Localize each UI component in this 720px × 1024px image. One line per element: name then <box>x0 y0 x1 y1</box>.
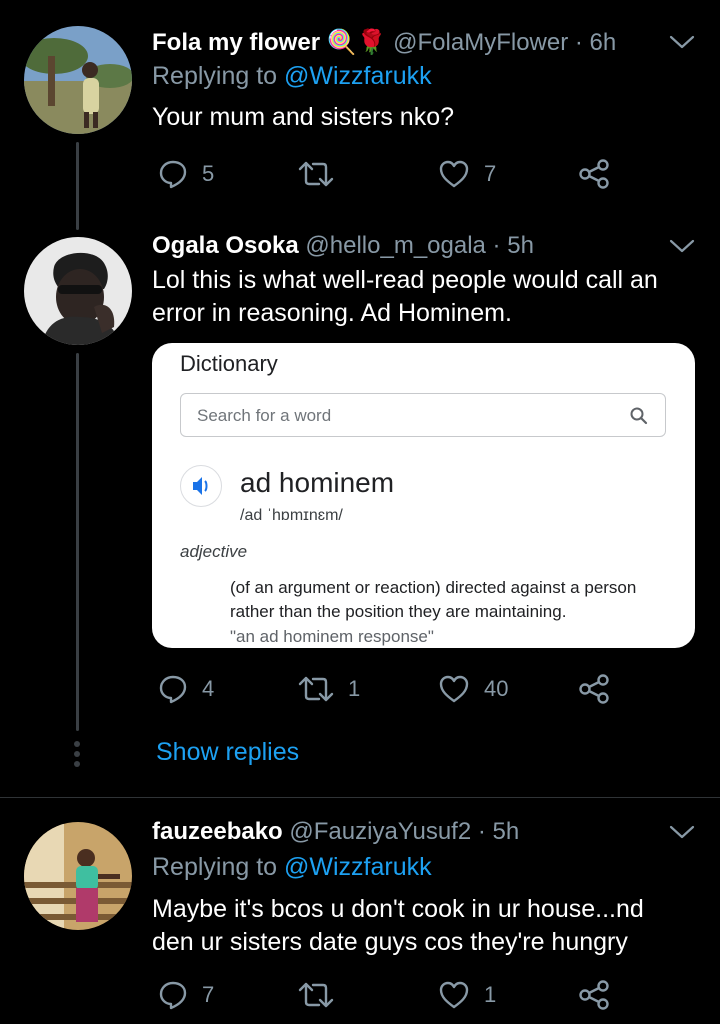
share-icon <box>579 159 609 189</box>
tweet-text: Your mum and sisters nko? <box>152 103 455 131</box>
retweet-icon <box>298 161 334 187</box>
speaker-icon <box>180 465 222 507</box>
heart-icon <box>439 675 469 703</box>
retweet-icon <box>298 676 334 702</box>
reply-icon <box>159 675 187 704</box>
dictionary-example: "an ad hominem response" <box>230 627 434 646</box>
search-placeholder: Search for a word <box>197 406 332 425</box>
display-name[interactable]: Fola my flower <box>152 29 320 56</box>
like-button[interactable]: 40 <box>438 671 508 707</box>
thread-line <box>76 353 79 731</box>
more-replies-dots[interactable] <box>73 741 81 771</box>
tweet-header: fauzeebako @FauziyaYusuf2 · 5h <box>152 818 519 846</box>
share-icon <box>579 980 609 1010</box>
share-button[interactable] <box>578 156 610 192</box>
reply-button[interactable]: 5 <box>158 156 214 192</box>
share-button[interactable] <box>578 977 610 1013</box>
like-count: 7 <box>484 161 497 186</box>
like-button[interactable]: 1 <box>438 977 496 1013</box>
heart-icon <box>439 981 469 1009</box>
replying-to: Replying to @Wizzfarukk <box>152 62 432 90</box>
dictionary-phonetic: /ad ˈhɒmɪnɛm/ <box>240 507 343 524</box>
dictionary-search-box: Search for a word <box>180 393 666 437</box>
search-icon <box>630 407 648 425</box>
chevron-down-icon[interactable] <box>668 238 696 254</box>
attached-image-dictionary[interactable]: Dictionary Search for a word ad hominem … <box>152 343 695 648</box>
tweet-header: Ogala Osoka @hello_m_ogala · 5h <box>152 232 534 260</box>
thread-line <box>76 142 79 230</box>
tweet-text: Lol this is what well-read people would … <box>152 266 658 327</box>
retweet-icon <box>298 982 334 1008</box>
avatar[interactable] <box>24 822 132 930</box>
mention-link[interactable]: @Wizzfarukk <box>284 853 432 881</box>
share-icon <box>579 674 609 704</box>
reply-count: 5 <box>202 161 215 186</box>
reply-button[interactable]: 4 <box>158 671 214 707</box>
handle-time[interactable]: @FauziyaYusuf2 · 5h <box>289 818 519 845</box>
replying-to: Replying to @Wizzfarukk <box>152 853 432 881</box>
reply-count: 7 <box>202 982 215 1007</box>
retweet-button[interactable] <box>298 156 348 192</box>
dictionary-title: Dictionary <box>180 351 278 376</box>
reply-icon <box>159 981 187 1010</box>
show-replies-link[interactable]: Show replies <box>156 738 299 767</box>
share-button[interactable] <box>578 671 610 707</box>
tweet-text: Maybe it's bcos u don't cook in ur house… <box>152 895 644 956</box>
dictionary-definition: (of an argument or reaction) directed ag… <box>230 578 637 621</box>
retweet-button[interactable] <box>298 977 348 1013</box>
mention-link[interactable]: @Wizzfarukk <box>284 62 432 90</box>
retweet-count: 1 <box>348 676 361 701</box>
display-name[interactable]: fauzeebako <box>152 818 283 845</box>
handle-time[interactable]: @hello_m_ogala · 5h <box>305 232 534 259</box>
retweet-button[interactable]: 1 <box>298 671 360 707</box>
chevron-down-icon[interactable] <box>668 34 696 50</box>
heart-icon <box>439 160 469 188</box>
display-name[interactable]: Ogala Osoka <box>152 232 299 259</box>
reply-icon <box>159 160 187 189</box>
reply-button[interactable]: 7 <box>158 977 214 1013</box>
reply-count: 4 <box>202 676 215 701</box>
avatar[interactable] <box>24 26 132 134</box>
like-button[interactable]: 7 <box>438 156 496 192</box>
tweet-header: Fola my flower 🍭🌹 @FolaMyFlower · 6h <box>152 28 616 57</box>
dictionary-word: ad hominem <box>240 467 395 498</box>
avatar[interactable] <box>24 237 132 345</box>
chevron-down-icon[interactable] <box>668 824 696 840</box>
like-count: 40 <box>484 676 509 701</box>
like-count: 1 <box>484 982 497 1007</box>
part-of-speech: adjective <box>180 542 248 561</box>
emoji: 🍭🌹 <box>326 29 387 56</box>
divider <box>0 797 720 798</box>
handle-time[interactable]: @FolaMyFlower · 6h <box>393 29 616 56</box>
